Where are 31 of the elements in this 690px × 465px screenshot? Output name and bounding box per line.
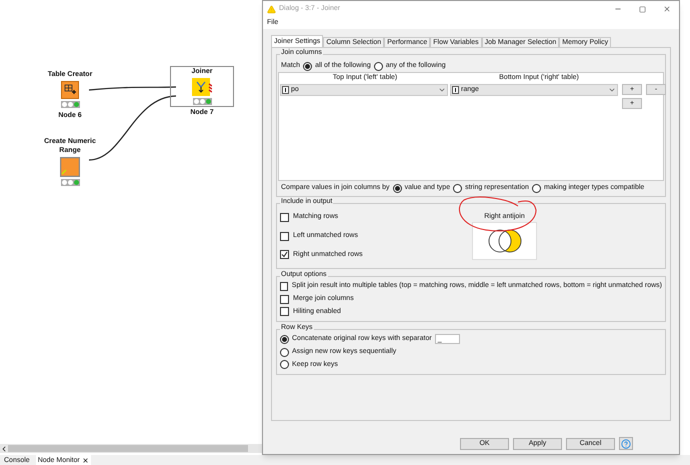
radio-button[interactable] — [392, 184, 402, 192]
integer-type-icon — [282, 86, 289, 94]
checkbox[interactable] — [280, 232, 289, 240]
scroll-left-icon[interactable] — [0, 444, 8, 452]
radio-button[interactable] — [374, 62, 383, 70]
chevron-down-icon — [608, 86, 616, 94]
checkbox[interactable] — [280, 250, 289, 260]
radio-button[interactable] — [303, 62, 312, 70]
integer-type-icon — [452, 86, 459, 94]
range-node-icon[interactable] — [60, 157, 80, 177]
radio-button[interactable] — [453, 184, 462, 192]
horizontal-scrollbar[interactable] — [0, 444, 262, 453]
radio-button[interactable] — [280, 334, 289, 344]
warning-icon — [267, 4, 276, 14]
chevron-down-icon — [438, 86, 446, 94]
status-lights — [192, 98, 212, 105]
maximize-icon[interactable] — [639, 6, 646, 12]
checkbox[interactable] — [280, 212, 289, 222]
status-lights — [60, 179, 80, 186]
radio-button[interactable] — [280, 348, 289, 356]
help-icon — [621, 438, 631, 448]
joiner-node-icon[interactable] — [192, 78, 212, 96]
radio-button[interactable] — [280, 360, 289, 370]
help-button[interactable] — [619, 437, 633, 450]
checkbox[interactable] — [280, 294, 289, 304]
checkbox[interactable] — [280, 307, 289, 316]
close-icon[interactable] — [82, 456, 89, 464]
checkbox[interactable] — [280, 282, 288, 291]
table-node-icon[interactable] — [61, 81, 79, 99]
radio-button[interactable] — [532, 184, 541, 192]
status-lights — [60, 101, 80, 108]
